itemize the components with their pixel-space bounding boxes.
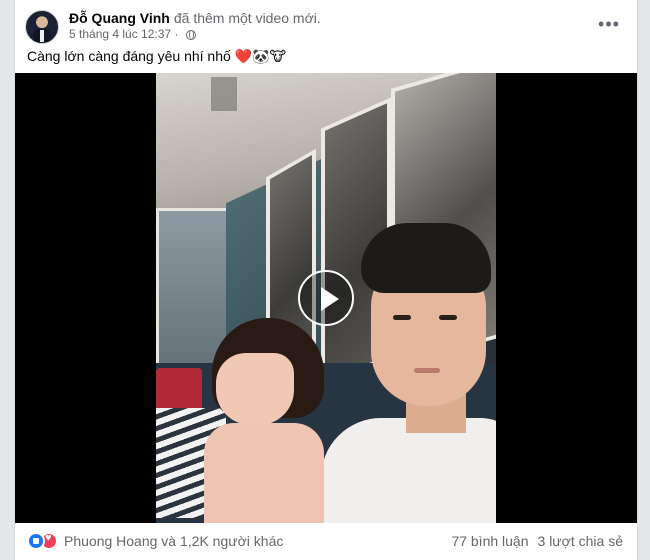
man-shirt — [321, 418, 496, 523]
man-mouth — [414, 368, 440, 373]
man-eye — [393, 315, 411, 320]
globe-icon — [185, 30, 196, 40]
child-face — [216, 353, 294, 425]
author-avatar[interactable] — [25, 10, 59, 44]
avatar-shirt — [40, 30, 44, 42]
video-vent — [211, 77, 237, 111]
man-hair — [361, 223, 491, 293]
video-child — [196, 318, 336, 523]
more-dots-icon: ••• — [598, 14, 620, 34]
post-meta: 5 tháng 4 lúc 12:37 · — [69, 27, 196, 41]
author-line: Đỗ Quang Vinh đã thêm một video mới. — [69, 10, 321, 26]
video-player[interactable] — [15, 73, 637, 523]
post-timestamp[interactable]: 5 tháng 4 lúc 12:37 — [69, 27, 171, 41]
play-icon — [321, 287, 339, 311]
video-man — [321, 223, 496, 523]
reaction-summary[interactable]: Phuong Hoang và 1,2K người khác — [64, 533, 283, 549]
man-eye — [439, 315, 457, 320]
post-header: Đỗ Quang Vinh đã thêm một video mới. 5 th… — [25, 8, 625, 44]
play-button[interactable] — [298, 270, 354, 326]
child-body — [204, 423, 324, 523]
post-footer: Phuong Hoang và 1,2K người khác 77 bình … — [27, 530, 625, 554]
like-icon — [27, 532, 45, 550]
post-caption: Càng lớn càng đáng yêu nhí nhố ❤️🐼🐮 — [27, 48, 287, 64]
reaction-icons[interactable] — [27, 532, 61, 550]
shares-count[interactable]: 3 lượt chia sẻ — [538, 533, 623, 549]
post-card: Đỗ Quang Vinh đã thêm một video mới. 5 th… — [14, 0, 638, 560]
comments-count[interactable]: 77 bình luận — [451, 533, 528, 549]
engagement-counts: 77 bình luận 3 lượt chia sẻ — [451, 533, 623, 549]
more-options-button[interactable]: ••• — [595, 12, 623, 40]
author-name[interactable]: Đỗ Quang Vinh — [69, 10, 170, 26]
post-action: đã thêm một video mới. — [173, 10, 321, 26]
meta-separator: · — [174, 27, 179, 41]
